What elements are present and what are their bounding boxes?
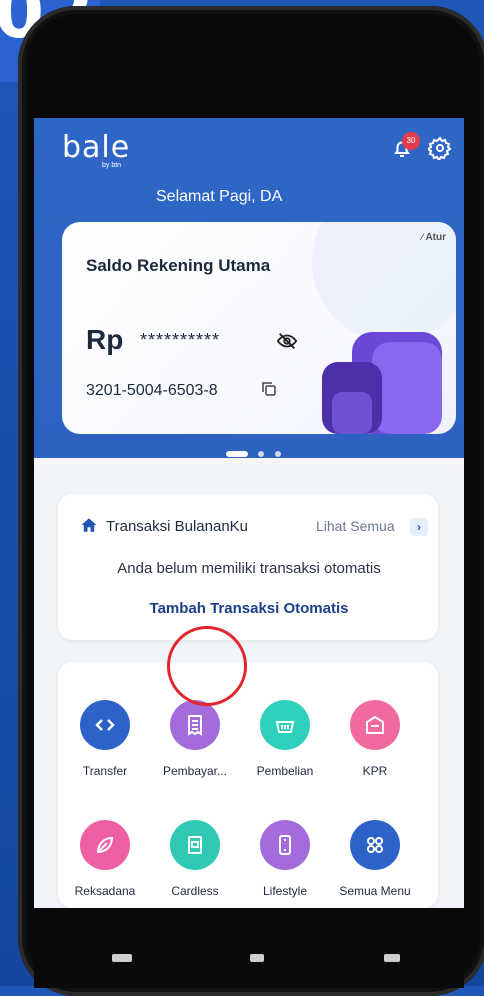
bill-icon xyxy=(170,700,220,750)
see-all-link[interactable]: Lihat Semua xyxy=(316,518,395,534)
home-nav-indicator[interactable] xyxy=(250,954,264,962)
menu-item-label: Cardless xyxy=(171,884,219,898)
notification-badge: 30 xyxy=(402,132,420,150)
back-nav-indicator[interactable] xyxy=(112,954,132,962)
grid-icon xyxy=(350,820,400,870)
menu-item-transfer[interactable]: Transfer xyxy=(60,700,150,778)
carousel-dot xyxy=(258,451,265,457)
basket-icon xyxy=(260,700,310,750)
menu-item-label: Transfer xyxy=(82,764,128,778)
menu-item-label: KPR xyxy=(362,764,388,778)
eye-off-icon[interactable] xyxy=(276,330,298,352)
menu-item-label: Semua Menu xyxy=(339,884,411,898)
android-nav-bar xyxy=(34,908,464,988)
leaf-icon xyxy=(80,820,130,870)
greeting-text: Selamat Pagi, DA xyxy=(156,188,283,205)
menu-card: Transfer Pembayar... Pembelian KPR Reksa… xyxy=(58,662,438,908)
empty-transactions-message: Anda belum memiliki transaksi otomatis xyxy=(117,560,381,577)
menu-item-pembayaran[interactable]: Pembayar... xyxy=(150,700,240,778)
phone-icon xyxy=(260,820,310,870)
menu-item-semua-menu[interactable]: Semua Menu xyxy=(330,820,420,898)
currency-label: Rp xyxy=(86,324,124,355)
menu-item-label: Reksadana xyxy=(74,884,136,898)
home-icon xyxy=(80,516,98,534)
bale-logo: bale xyxy=(62,130,131,165)
recents-nav-indicator[interactable] xyxy=(384,954,400,962)
carousel-dot xyxy=(274,451,281,457)
menu-item-cardless[interactable]: Cardless xyxy=(150,820,240,898)
balance-card[interactable]: ⁄ Atur Saldo Rekening Utama Rp *********… xyxy=(62,222,456,434)
gear-icon[interactable] xyxy=(426,136,452,162)
menu-item-label: Pembayar... xyxy=(162,764,228,778)
account-number: 3201-5004-6503-8 xyxy=(86,382,218,399)
monthly-transactions-title: Transaksi BulananKu xyxy=(106,518,249,535)
menu-item-pembelian[interactable]: Pembelian xyxy=(240,700,330,778)
menu-item-lifestyle[interactable]: Lifestyle xyxy=(240,820,330,898)
masked-balance: ********** xyxy=(140,330,221,350)
menu-item-reksadana[interactable]: Reksadana xyxy=(60,820,150,898)
chevron-right-icon[interactable]: › xyxy=(410,518,428,536)
bale-logo-sub: by btn xyxy=(102,162,122,169)
app-screen: bale by btn 30 Selamat Pagi, DA ⁄ Atur S… xyxy=(34,118,464,908)
card-title: Saldo Rekening Utama xyxy=(86,256,271,275)
card-settings-link[interactable]: ⁄ Atur xyxy=(421,232,446,243)
highlight-circle xyxy=(167,626,247,706)
menu-item-label: Lifestyle xyxy=(262,884,308,898)
copy-icon[interactable] xyxy=(260,380,278,398)
carousel-dot-active xyxy=(226,451,248,457)
add-auto-transaction-button[interactable]: Tambah Transaksi Otomatis xyxy=(84,600,414,617)
atm-icon xyxy=(170,820,220,870)
monthly-transactions-card: Transaksi BulananKu Lihat Semua › Anda b… xyxy=(58,494,438,640)
transfer-icon xyxy=(80,700,130,750)
carousel-indicator xyxy=(226,444,287,462)
menu-item-label: Pembelian xyxy=(256,764,314,778)
house-icon xyxy=(350,700,400,750)
menu-item-kpr[interactable]: KPR xyxy=(330,700,420,778)
